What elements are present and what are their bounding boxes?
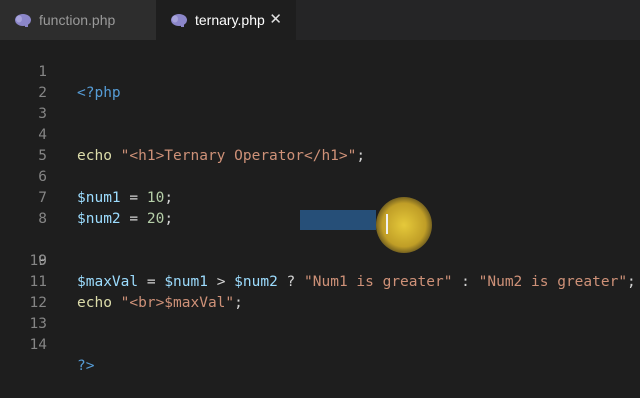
code-line: 8 xyxy=(0,188,640,227)
code-editor[interactable]: 1 <?php 2 3 4 echo "<h1>Ternary Operator… xyxy=(0,40,640,374)
php-close-tag: ?> xyxy=(77,358,95,374)
line-number: 14 xyxy=(29,337,47,353)
tab-label: function.php xyxy=(39,12,116,28)
close-icon[interactable]: ✕ xyxy=(269,11,282,29)
code-line: 11 echo "<br>$maxVal"; xyxy=(0,251,640,311)
code-line: 12 xyxy=(0,272,640,311)
mouse-cursor-highlight xyxy=(376,197,432,253)
php-elephant-icon xyxy=(15,14,31,27)
tab-label: ternary.php xyxy=(195,12,265,28)
tab-bar: function.php ternary.php ✕ xyxy=(0,0,640,40)
php-elephant-icon xyxy=(171,14,187,27)
code-line: 2 xyxy=(0,62,640,101)
code-line-active: 9 $maxVal = $num1 > $num2 ? "Num1 is gre… xyxy=(0,209,640,290)
code-line: 6 $num1 = 10; xyxy=(0,146,640,206)
code-line: 7 $num2 = 20; xyxy=(0,167,640,227)
text-caret xyxy=(386,214,388,234)
code-line: 4 echo "<h1>Ternary Operator</h1>"; xyxy=(0,104,640,164)
code-line: 10 xyxy=(0,230,640,269)
code-line: 13 xyxy=(0,293,640,332)
code-line: 1 <?php xyxy=(0,41,640,101)
tab-function-php[interactable]: function.php xyxy=(0,0,156,40)
code-line: 14 ?> xyxy=(0,314,640,374)
code-line: 5 xyxy=(0,125,640,164)
text-selection xyxy=(300,210,376,230)
code-line: 3 xyxy=(0,83,640,122)
tab-ternary-php[interactable]: ternary.php ✕ xyxy=(156,0,296,40)
